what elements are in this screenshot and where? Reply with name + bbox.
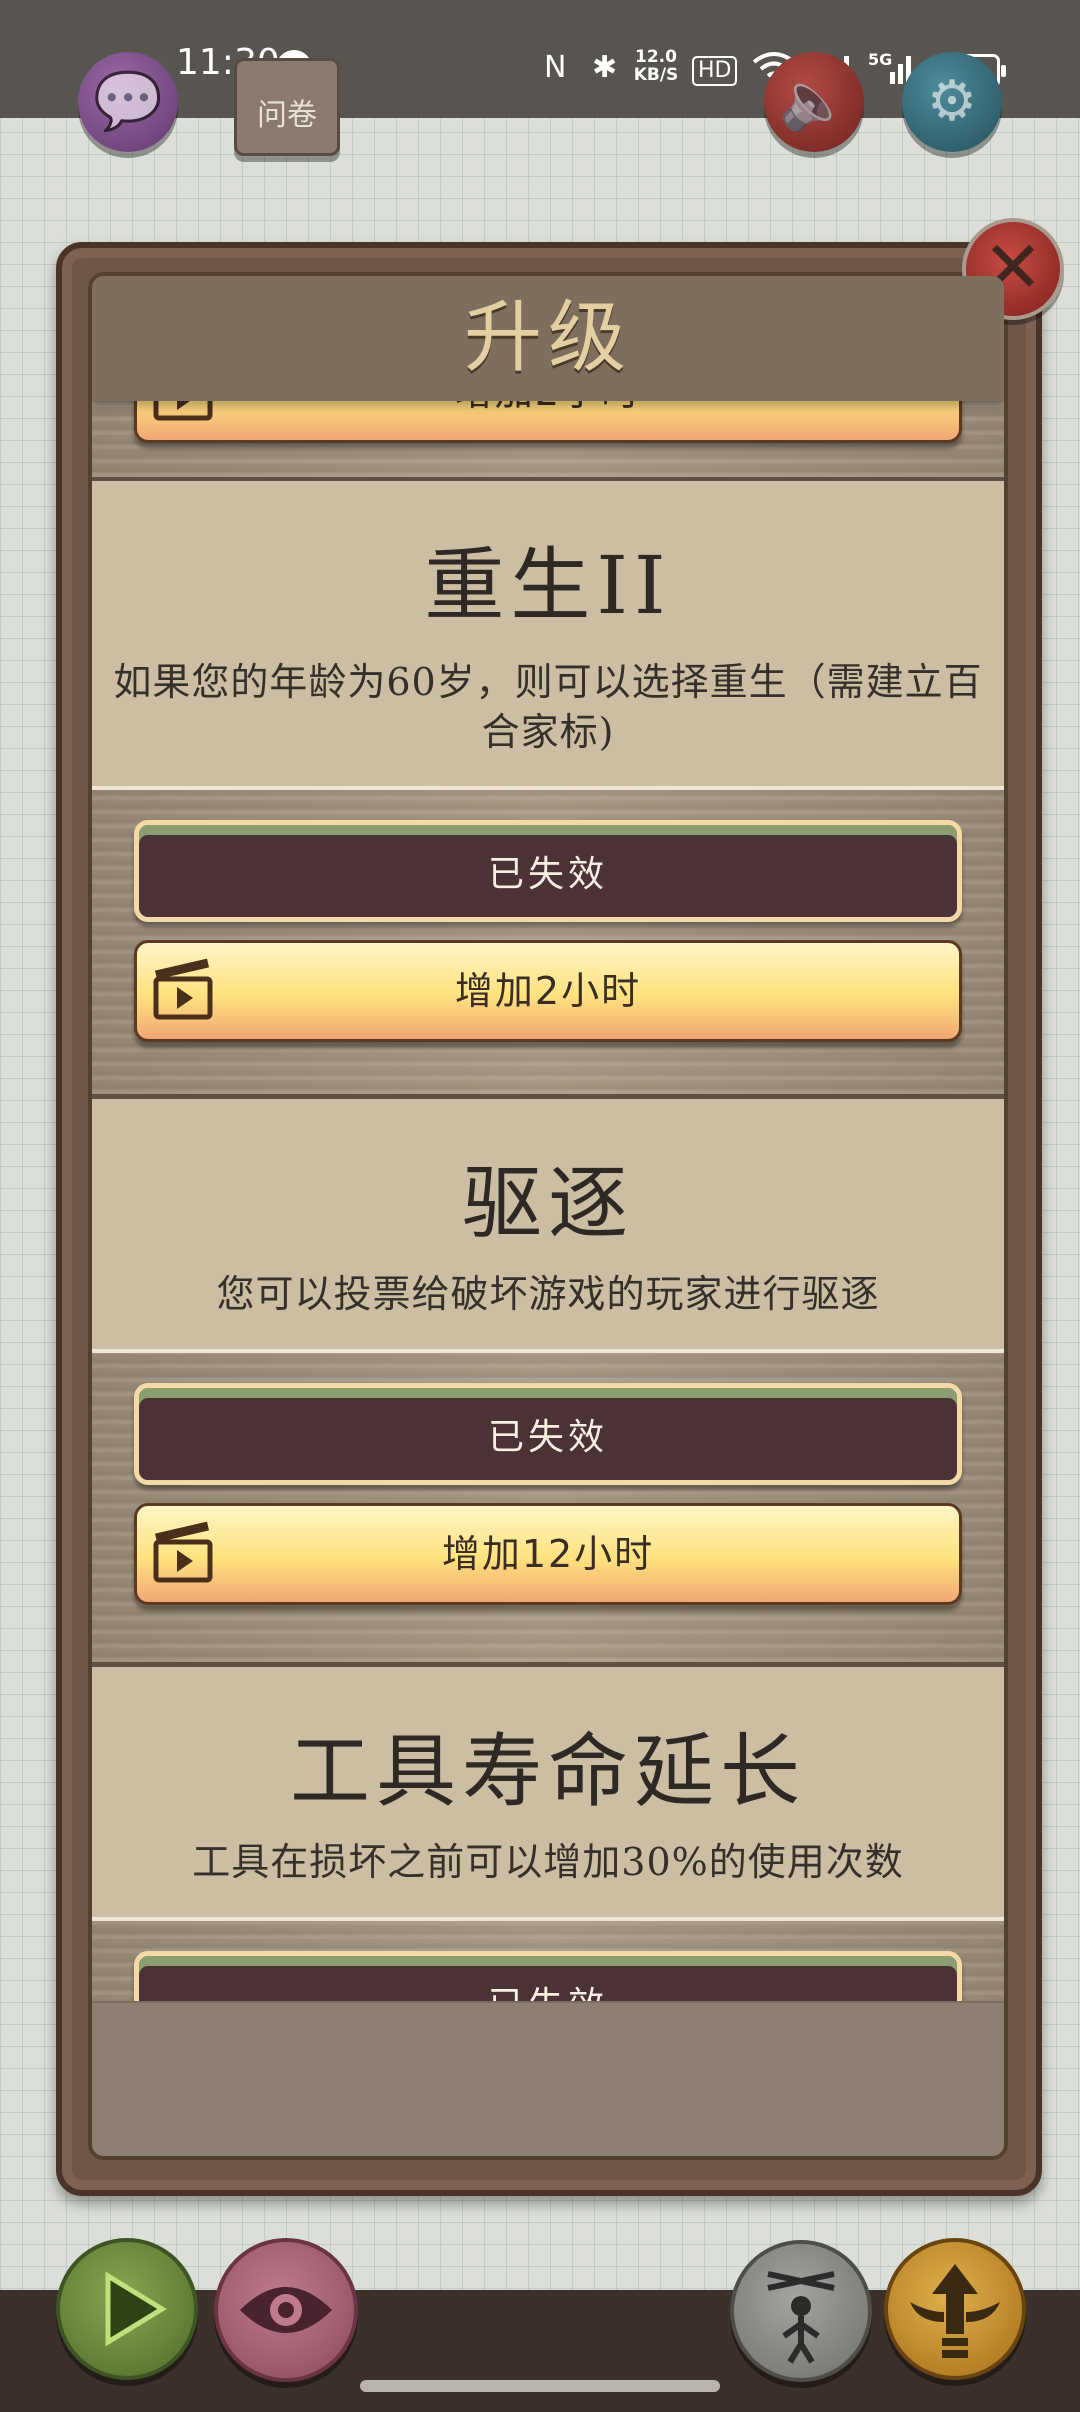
upgrade-card-tool-life: 工具寿命延长 工具在损坏之前可以增加30%的使用次数 — [92, 1667, 1004, 1921]
upgrade-card-rebirth: 重生II 如果您的年龄为60岁，则可以选择重生（需建立百合家标) — [92, 481, 1004, 790]
expired-label: 已失效 — [487, 1417, 608, 1458]
dialog-header: 升级 — [92, 276, 1004, 401]
play-button[interactable] — [56, 2238, 198, 2380]
expired-label: 已失效 — [139, 1964, 957, 2001]
upgrade-actions-rebirth: 已失效 增加2小时 — [92, 790, 1004, 1099]
expired-label: 已失效 — [487, 854, 608, 895]
upgrade-description: 工具在损坏之前可以增加30%的使用次数 — [192, 1840, 904, 1884]
upgrade-title: 重生II — [424, 539, 672, 632]
add-time-button[interactable]: 增加2小时 — [134, 940, 962, 1042]
upgrade-description: 您可以投票给破坏游戏的玩家进行驱逐 — [216, 1272, 880, 1316]
upgrade-card-expel: 驱逐 您可以投票给破坏游戏的玩家进行驱逐 — [92, 1099, 1004, 1353]
play-icon — [105, 2271, 167, 2347]
puppet-button[interactable] — [730, 2240, 872, 2382]
expired-button[interactable]: 已失效 — [134, 1383, 962, 1485]
upgrade-list[interactable]: 增加2小时 重生II 如果您的年龄为60岁，则可以选择重生（需建立百合家标) 已… — [92, 401, 1004, 2001]
add-time-label: 增加12小时 — [441, 1532, 655, 1576]
upgrade-actions-tool-life: 已失效 — [92, 1921, 1004, 2001]
upgrade-description: 如果您的年龄为60岁，则可以选择重生（需建立百合家标) — [113, 660, 983, 754]
partial-row: 增加2小时 — [92, 401, 1004, 482]
dialog-title: 升级 — [463, 293, 632, 383]
winged-arrow-icon — [910, 2264, 1000, 2358]
home-indicator[interactable] — [360, 2380, 720, 2392]
add-time-button[interactable]: 增加12小时 — [134, 1503, 962, 1605]
status-bar-overlay — [0, 0, 1080, 118]
partial-add-time-button[interactable]: 增加2小时 — [134, 401, 962, 443]
upgrade-actions-expel: 已失效 增加12小时 — [92, 1353, 1004, 1667]
add-time-label: 增加2小时 — [454, 969, 642, 1013]
upgrade-dialog: 升级 增加2小时 重生II 如果您的年龄为60岁，则可以选择重生（需建立百合家标… — [88, 272, 1008, 2160]
eye-icon — [240, 2287, 332, 2333]
upgrade-button[interactable] — [884, 2238, 1026, 2380]
upgrade-title: 驱逐 — [462, 1157, 634, 1250]
view-button[interactable] — [214, 2238, 358, 2382]
upgrade-title: 工具寿命延长 — [290, 1725, 806, 1818]
dialog-footer — [92, 2001, 1004, 2156]
puppet-icon — [767, 2271, 835, 2364]
expired-button[interactable]: 已失效 — [134, 1951, 962, 2001]
partial-add-time-label: 增加2小时 — [137, 401, 959, 440]
expired-button[interactable]: 已失效 — [134, 820, 962, 922]
